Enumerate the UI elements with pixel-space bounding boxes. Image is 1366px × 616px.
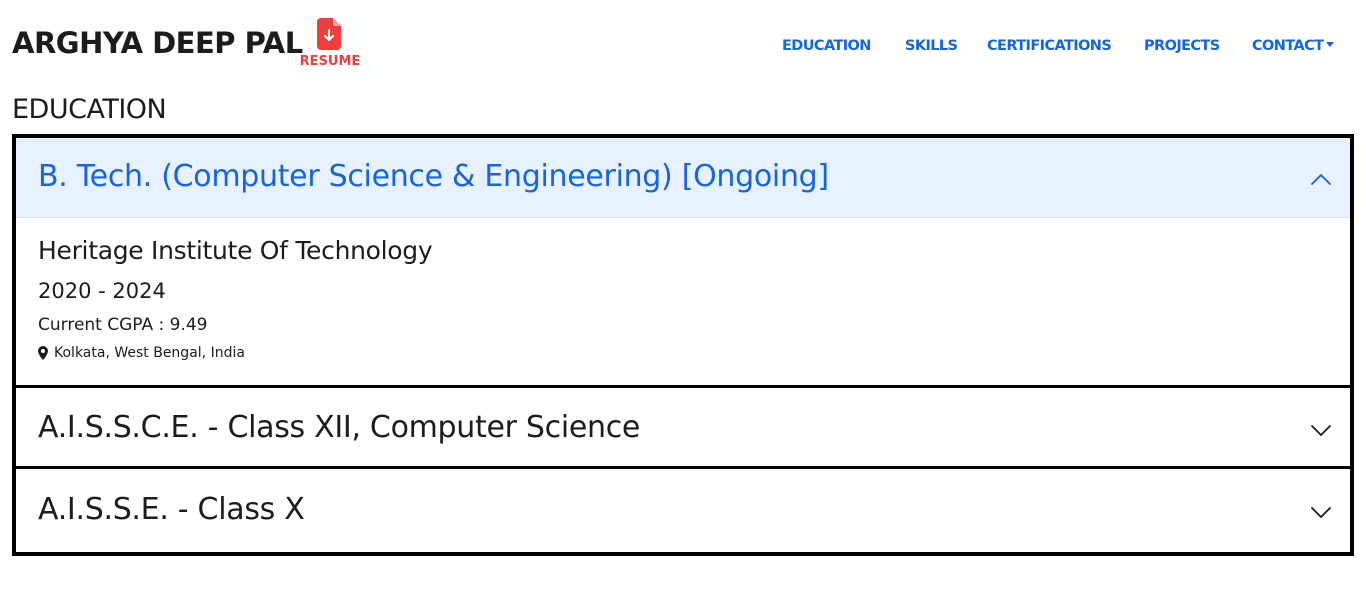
- accordion-body-btech: Heritage Institute Of Technology 2020 - …: [16, 218, 1350, 388]
- institute-name: Heritage Institute Of Technology: [38, 236, 433, 265]
- chevron-down-icon: [1311, 507, 1331, 518]
- resume-download-link[interactable]: RESUME: [297, 16, 363, 74]
- education-years: 2020 - 2024: [38, 279, 166, 303]
- nav-certifications[interactable]: CERTIFICATIONS: [987, 38, 1112, 54]
- map-marker-icon: [38, 346, 48, 360]
- location-text: Kolkata, West Bengal, India: [54, 345, 245, 361]
- chevron-up-icon: [1311, 174, 1331, 185]
- nav-education[interactable]: EDUCATION: [782, 38, 871, 54]
- accordion-header-class-xii[interactable]: A.I.S.S.C.E. - Class XII, Computer Scien…: [16, 391, 1350, 469]
- accordion-header-class-x[interactable]: A.I.S.S.E. - Class X: [16, 472, 1350, 552]
- nav-contact-dropdown[interactable]: CONTACT: [1252, 38, 1335, 54]
- section-title: EDUCATION: [12, 94, 167, 125]
- accordion-title: B. Tech. (Computer Science & Engineering…: [38, 159, 829, 194]
- chevron-down-icon: [1311, 425, 1331, 436]
- nav-projects[interactable]: PROJECTS: [1144, 38, 1220, 54]
- nav-contact-label: CONTACT: [1252, 38, 1324, 54]
- education-accordion: B. Tech. (Computer Science & Engineering…: [12, 134, 1354, 556]
- brand-name: ARGHYA DEEP PAL: [12, 26, 303, 60]
- accordion-header-btech[interactable]: B. Tech. (Computer Science & Engineering…: [16, 138, 1350, 218]
- education-score: Current CGPA : 9.49: [38, 315, 208, 335]
- caret-down-icon: [1326, 42, 1335, 47]
- education-location: Kolkata, West Bengal, India: [38, 345, 245, 361]
- file-download-icon: [317, 18, 341, 50]
- accordion-title: A.I.S.S.C.E. - Class XII, Computer Scien…: [38, 410, 641, 445]
- accordion-title: A.I.S.S.E. - Class X: [38, 492, 305, 527]
- resume-label: RESUME: [299, 54, 361, 69]
- nav-skills[interactable]: SKILLS: [905, 38, 958, 54]
